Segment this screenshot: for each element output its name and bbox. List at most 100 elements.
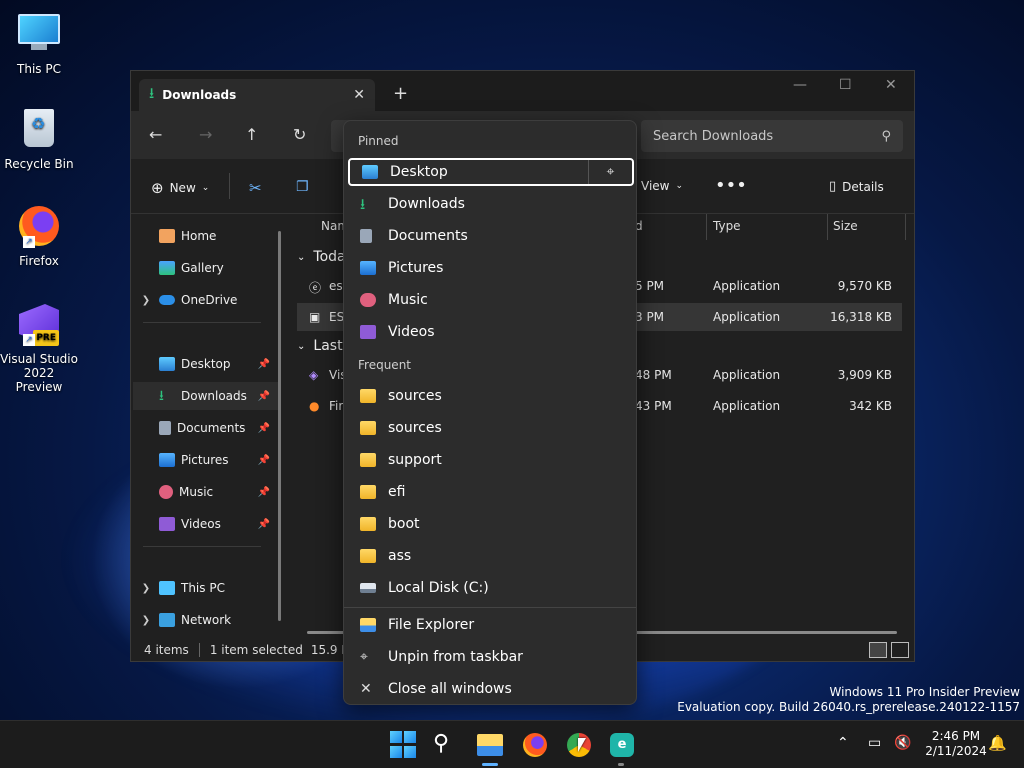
chevron-right-icon[interactable]: ❯: [133, 615, 159, 626]
clock[interactable]: 2:46 PM 2/11/2024: [925, 729, 987, 759]
tab-downloads[interactable]: ⭳ Downloads ✕: [139, 79, 375, 111]
jump-item-frequent[interactable]: support: [348, 446, 634, 474]
file-date: 43 PM: [635, 399, 672, 413]
new-tab-button[interactable]: +: [393, 83, 408, 104]
taskbar-file-explorer[interactable]: [477, 731, 505, 759]
column-header-size[interactable]: Size: [833, 219, 858, 233]
file-date: 3 PM: [635, 310, 665, 324]
group-header-today[interactable]: ⌄ Toda: [297, 249, 346, 265]
nav-item-network[interactable]: ❯ Network: [133, 606, 278, 634]
nav-label: Home: [181, 229, 217, 243]
search-button[interactable]: ⚲: [433, 731, 461, 759]
running-indicator: [618, 763, 624, 766]
jump-item-downloads[interactable]: ⭳ Downloads: [348, 190, 634, 218]
jump-item-documents[interactable]: Documents: [348, 222, 634, 250]
chevron-right-icon[interactable]: ❯: [133, 583, 159, 594]
details-button[interactable]: ▯ Details: [829, 179, 884, 194]
jump-item-frequent[interactable]: sources: [348, 382, 634, 410]
network-status-icon[interactable]: ▭: [868, 735, 881, 751]
jump-item-local-disk[interactable]: Local Disk (C:): [348, 574, 634, 602]
nav-item-this-pc[interactable]: ❯ This PC: [133, 574, 278, 602]
divider: [143, 322, 261, 323]
videos-icon: [159, 517, 175, 531]
new-button[interactable]: ⊕ New ⌄: [151, 179, 209, 197]
documents-icon: [360, 229, 372, 243]
view-button[interactable]: View ⌄: [641, 179, 683, 193]
desktop-icon-label: Firefox: [19, 254, 59, 268]
network-icon: [159, 613, 175, 627]
file-type: Application: [713, 399, 781, 413]
file-size: 16,318 KB: [830, 310, 892, 324]
desktop-icon-firefox[interactable]: ↗ Firefox: [0, 204, 78, 268]
details-view-icon[interactable]: [869, 642, 887, 658]
file-type: Application: [713, 310, 781, 324]
start-button[interactable]: [390, 731, 418, 759]
nav-item-gallery[interactable]: Gallery: [133, 254, 278, 282]
tiles-view-icon[interactable]: [891, 642, 909, 658]
nav-label: This PC: [181, 581, 225, 595]
section-header-frequent: Frequent: [358, 358, 411, 372]
copy-button[interactable]: ❐: [296, 179, 309, 195]
show-hidden-icons-button[interactable]: ⌃: [837, 735, 849, 751]
back-button[interactable]: ←: [149, 125, 162, 144]
nav-item-pictures[interactable]: Pictures 📌: [133, 446, 278, 474]
taskbar-eset[interactable]: e: [608, 731, 636, 759]
folder-icon: [360, 453, 376, 467]
folder-icon: [360, 517, 376, 531]
jump-item-desktop[interactable]: Desktop ⌖: [348, 158, 634, 186]
nav-item-onedrive[interactable]: ❯ OneDrive: [133, 286, 278, 314]
cut-button[interactable]: ✂: [249, 179, 262, 197]
notifications-button[interactable]: 🔔: [988, 734, 1007, 752]
volume-muted-icon[interactable]: 🔇: [894, 735, 911, 751]
jump-item-file-explorer[interactable]: File Explorer: [348, 611, 634, 639]
watermark-line: Evaluation copy. Build 26040.rs_prerelea…: [677, 700, 1020, 714]
nav-item-documents[interactable]: Documents 📌: [133, 414, 278, 442]
jump-item-videos[interactable]: Videos: [348, 318, 634, 346]
column-divider[interactable]: [905, 214, 906, 240]
nav-scrollbar[interactable]: [278, 231, 281, 621]
jump-item-frequent[interactable]: sources: [348, 414, 634, 442]
search-box[interactable]: Search Downloads ⚲: [641, 120, 903, 152]
pin-icon: 📌: [257, 390, 270, 402]
jump-item-close-all[interactable]: ✕ Close all windows: [348, 675, 634, 703]
unpin-icon[interactable]: ⌖: [588, 160, 632, 184]
column-header-type[interactable]: Type: [713, 219, 741, 233]
desktop-icon-recycle-bin[interactable]: Recycle Bin: [0, 106, 78, 171]
minimize-button[interactable]: —: [793, 77, 807, 93]
chevron-right-icon[interactable]: ❯: [133, 295, 159, 306]
jump-item-pictures[interactable]: Pictures: [348, 254, 634, 282]
jump-item-label: sources: [388, 420, 442, 436]
nav-item-downloads[interactable]: ⭳ Downloads 📌: [133, 382, 278, 410]
column-divider[interactable]: [706, 214, 707, 240]
column-divider[interactable]: [827, 214, 828, 240]
new-label: New: [169, 181, 196, 195]
close-window-button[interactable]: ✕: [885, 77, 897, 93]
more-options-button[interactable]: •••: [715, 175, 747, 196]
close-tab-icon[interactable]: ✕: [353, 87, 365, 103]
up-button[interactable]: ↑: [245, 125, 258, 144]
copy-icon: ❐: [296, 179, 309, 195]
taskbar-firefox[interactable]: [521, 731, 549, 759]
forward-button[interactable]: →: [199, 125, 212, 144]
jump-item-frequent[interactable]: boot: [348, 510, 634, 538]
refresh-button[interactable]: ↻: [293, 125, 306, 144]
nav-label: Downloads: [181, 389, 247, 403]
nav-item-videos[interactable]: Videos 📌: [133, 510, 278, 538]
jump-item-frequent[interactable]: ass: [348, 542, 634, 570]
unpin-icon: ⌖: [360, 649, 368, 665]
maximize-button[interactable]: ☐: [839, 77, 852, 93]
jump-item-label: ass: [388, 548, 412, 564]
file-size: 3,909 KB: [837, 368, 892, 382]
jump-item-music[interactable]: Music: [348, 286, 634, 314]
nav-label: Documents: [177, 421, 246, 435]
jump-item-frequent[interactable]: efi: [348, 478, 634, 506]
jump-item-unpin[interactable]: ⌖ Unpin from taskbar: [348, 643, 634, 671]
videos-icon: [360, 325, 376, 339]
group-header-last[interactable]: ⌄ Last: [297, 338, 343, 354]
desktop-icon-visual-studio[interactable]: PRE ↗ Visual Studio 2022 Preview: [0, 302, 78, 394]
desktop-icon-this-pc[interactable]: This PC: [0, 8, 78, 76]
nav-item-home[interactable]: Home: [133, 222, 278, 250]
nav-item-music[interactable]: Music 📌: [133, 478, 278, 506]
downloads-icon: ⭳: [149, 83, 155, 102]
nav-item-desktop[interactable]: Desktop 📌: [133, 350, 278, 378]
